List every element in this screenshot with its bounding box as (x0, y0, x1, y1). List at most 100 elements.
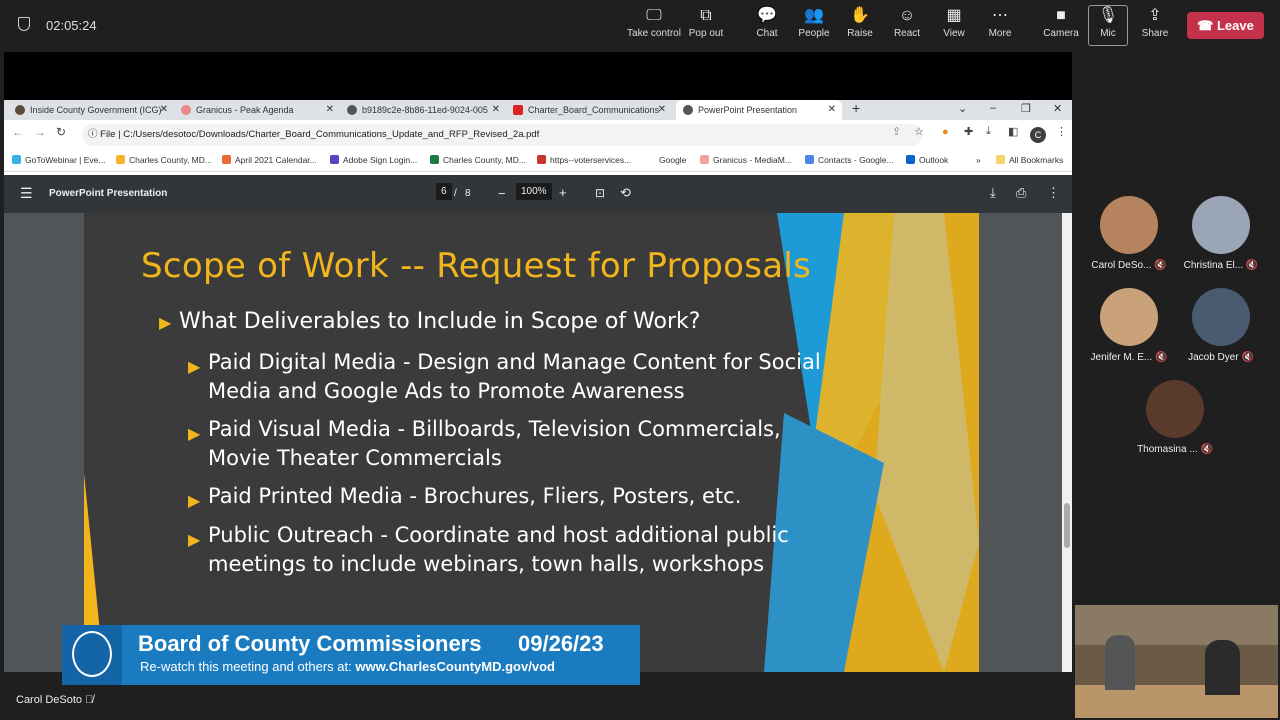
camera-button[interactable]: ■ Camera (1033, 6, 1089, 46)
participant-tile[interactable]: Jenifer M. E... 🔇 (1084, 288, 1174, 363)
bookmark-item[interactable]: Charles County, MD... (116, 155, 212, 165)
take-control-button[interactable]: 🖵 Take control (626, 6, 682, 46)
share-label: Share (1141, 28, 1169, 39)
bookmark-item[interactable]: Granicus - MediaM... (700, 155, 792, 165)
more-button[interactable]: ⋯ More (972, 6, 1028, 46)
more-icon[interactable]: ⋮ (1047, 185, 1060, 201)
slide: Scope of Work -- Request for Proposals ▶… (84, 213, 979, 672)
bookmark-item[interactable]: » (976, 155, 981, 165)
extension-icon[interactable]: ● (942, 126, 949, 138)
shield-icon (18, 17, 30, 31)
bookmark-item[interactable]: Charles County, MD... (430, 155, 526, 165)
tab-charter[interactable]: Charter_Board_Communications ✕ (506, 100, 672, 120)
sub-bullet-text: Paid Visual Media - Billboards, Televisi… (208, 417, 781, 470)
share-button[interactable]: ⇪ Share (1127, 6, 1183, 46)
tab-granicus[interactable]: Granicus - Peak Agenda ✕ (174, 100, 340, 120)
bookmark-favicon-icon (537, 155, 546, 164)
bookmark-favicon-icon (222, 155, 231, 164)
mic-label: Mic (1100, 28, 1116, 39)
bookmark-label: » (976, 155, 981, 165)
close-icon[interactable]: ✕ (828, 100, 836, 120)
pop-out-label: Pop out (688, 28, 724, 39)
print-icon[interactable]: ⎙ (1016, 185, 1026, 201)
extensions-icon[interactable]: ✚ (964, 125, 973, 138)
address-bar-row: ← → ↻ ⓘ File | C:/Users/desotoc/Download… (4, 120, 1072, 150)
zoom-in-button[interactable]: + (559, 185, 567, 200)
bookmark-label: Outlook (919, 155, 949, 165)
bookmark-item[interactable]: Outlook (906, 155, 948, 165)
menu-icon[interactable]: ☰ (20, 185, 33, 202)
tab-label: PowerPoint Presentation (698, 105, 798, 115)
bookmark-item[interactable]: https--voterservices... (537, 155, 631, 165)
bookmark-label: Contacts - Google... (818, 155, 894, 165)
sub-bullet-text: Public Outreach - Coordinate and host ad… (208, 523, 789, 576)
participant-tile[interactable]: Christina El... 🔇 (1176, 196, 1266, 271)
pop-out-button[interactable]: ⧉ Pop out (678, 6, 734, 46)
bookmark-label: April 2021 Calendar... (235, 155, 317, 165)
zoom-input[interactable]: 100% (516, 183, 552, 200)
close-window-button[interactable]: ✕ (1053, 102, 1062, 115)
close-icon[interactable]: ✕ (160, 100, 168, 120)
forward-button[interactable]: → (34, 125, 46, 139)
participant-tile[interactable]: Carol DeSo... 🔇 (1084, 196, 1174, 271)
scrollbar-thumb[interactable] (1064, 503, 1070, 548)
mic-muted-icon: 🎙̸ (85, 694, 94, 706)
bookmark-item[interactable]: Google (646, 155, 686, 165)
bookmark-label: https--voterservices... (550, 155, 632, 165)
pdf-viewer: Scope of Work -- Request for Proposals ▶… (4, 213, 1072, 672)
zoom-out-button[interactable]: − (498, 186, 506, 201)
bookmark-item[interactable]: All Bookmarks (996, 155, 1063, 165)
pdf-toolbar: ☰ PowerPoint Presentation 6 / 8 − 100% +… (4, 175, 1072, 213)
triangle-bullet-icon: ▶ (188, 491, 201, 510)
bookmark-item[interactable]: April 2021 Calendar... (222, 155, 317, 165)
fit-page-icon[interactable]: ⊡ (595, 186, 605, 200)
banner-link: www.CharlesCountyMD.gov/vod (355, 659, 555, 674)
banner-date: 09/26/23 (518, 631, 604, 656)
close-icon[interactable]: ✕ (326, 100, 334, 120)
tab-b9189[interactable]: b9189c2e-8b86-11ed-9024-005 ✕ (340, 100, 506, 120)
close-icon[interactable]: ✕ (492, 100, 500, 120)
page-input[interactable]: 6 (436, 183, 452, 200)
minimize-button[interactable]: – (990, 102, 996, 114)
leave-button[interactable]: ☎ Leave (1187, 12, 1264, 39)
tab-icg[interactable]: Inside County Government (ICG) ✕ (8, 100, 174, 120)
participant-tile[interactable]: Thomasina ... 🔇 (1130, 380, 1220, 455)
bookmark-item[interactable]: Adobe Sign Login... (330, 155, 417, 165)
scrollbar[interactable] (1062, 213, 1072, 672)
participant-tile[interactable]: Jacob Dyer 🔇 (1176, 288, 1266, 363)
menu-icon[interactable]: ⋮ (1056, 125, 1067, 138)
presenter-label: Carol DeSoto (16, 694, 83, 706)
bookmark-label: Google (659, 155, 687, 165)
sub-bullet: ▶ Paid Digital Media - Design and Manage … (188, 348, 868, 406)
avatar (1146, 380, 1204, 438)
bookmark-item[interactable]: GoToWebinar | Eve... (12, 155, 105, 165)
mic-icon: 🎙 (1097, 7, 1119, 24)
favicon-icon (181, 105, 191, 115)
participant-name: Jacob Dyer (1188, 352, 1239, 363)
download-icon[interactable]: ⤓ (986, 125, 991, 138)
browser-window: Inside County Government (ICG) ✕ Granicus… (4, 100, 1072, 672)
sub-bullet-text: Paid Digital Media - Design and Manage C… (208, 350, 821, 403)
new-tab-button[interactable]: + (852, 100, 860, 116)
tab-powerpoint[interactable]: PowerPoint Presentation ✕ (676, 100, 842, 120)
close-icon[interactable]: ✕ (658, 100, 666, 120)
room-video-feed (1075, 605, 1278, 718)
bookmark-star-icon[interactable]: ☆ (914, 125, 924, 138)
avatar (1192, 288, 1250, 346)
reload-button[interactable]: ↻ (56, 125, 66, 139)
url-input[interactable]: ⓘ File | C:/Users/desotoc/Downloads/Char… (82, 124, 922, 146)
tab-search-icon[interactable]: ⌄ (958, 102, 967, 115)
download-icon[interactable]: ⤓ (990, 185, 996, 201)
profile-avatar[interactable]: C (1030, 127, 1046, 143)
presenter-name: Carol DeSoto 🎙̸ (16, 694, 93, 706)
url-text: C:/Users/desotoc/Downloads/Charter_Board… (123, 129, 540, 140)
bookmark-item[interactable]: Contacts - Google... (805, 155, 894, 165)
sub-bullet-text: Paid Printed Media - Brochures, Fliers, … (208, 484, 742, 508)
mic-button[interactable]: 🎙 Mic (1088, 5, 1128, 46)
share-icon[interactable]: ⇪ (892, 125, 901, 138)
bookmark-label: Charles County, MD... (129, 155, 212, 165)
restore-button[interactable]: ❐ (1021, 102, 1031, 115)
rotate-icon[interactable]: ⟲ (620, 185, 631, 201)
side-panel-icon[interactable]: ◧ (1008, 125, 1018, 138)
back-button[interactable]: ← (12, 125, 24, 139)
